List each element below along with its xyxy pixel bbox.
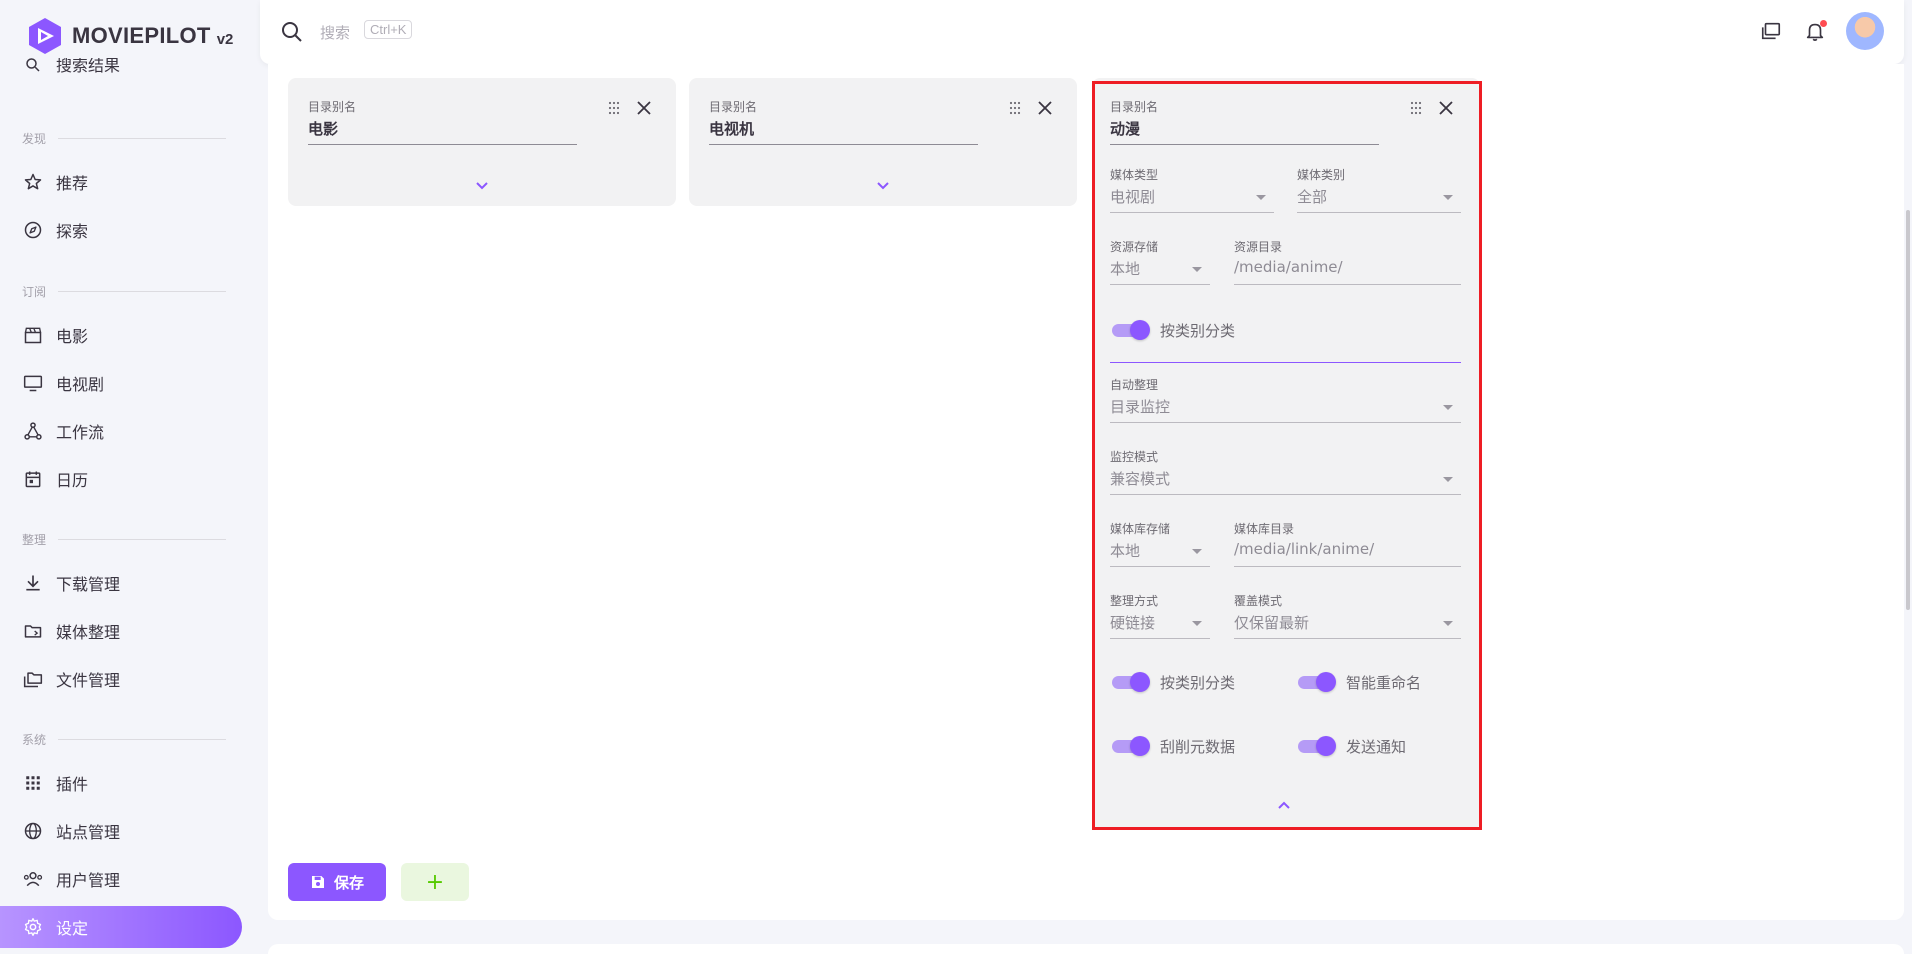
sidebar-item-file-manager[interactable]: 文件管理 xyxy=(0,658,242,700)
drag-handle-icon[interactable] xyxy=(1007,100,1023,116)
close-icon[interactable] xyxy=(634,98,654,118)
monitor-icon xyxy=(22,372,44,394)
download-icon xyxy=(22,572,44,594)
chevron-down-icon[interactable] xyxy=(873,178,893,192)
sidebar-item-plugins[interactable]: 插件 xyxy=(0,762,242,804)
sidebar-item-media-organize[interactable]: 媒体整理 xyxy=(0,610,242,652)
gear-icon xyxy=(22,916,44,938)
sidebar-item-label: 推荐 xyxy=(56,174,89,193)
close-icon[interactable] xyxy=(1035,98,1055,118)
notification-dot xyxy=(1820,20,1827,27)
plus-icon: + xyxy=(425,869,445,895)
sidebar-item-label: 设定 xyxy=(56,919,89,938)
sidebar-item-search-results[interactable]: 搜索结果 xyxy=(0,58,242,84)
sidebar-item-label: 日历 xyxy=(56,471,89,490)
sidebar-item-label: 电视剧 xyxy=(56,375,105,394)
bell-icon[interactable] xyxy=(1802,18,1828,44)
alias-label: 目录别名 xyxy=(709,100,758,114)
sidebar-item-workflow[interactable]: 工作流 xyxy=(0,410,242,452)
save-button[interactable]: 保存 xyxy=(288,863,386,901)
sidebar-section-system: 系统 xyxy=(22,731,226,748)
sidebar-item-label: 媒体整理 xyxy=(56,623,121,642)
sidebar-item-label: 站点管理 xyxy=(56,823,121,842)
sidebar-item-label: 下载管理 xyxy=(56,575,121,594)
save-icon xyxy=(311,876,324,888)
page-scrollbar[interactable] xyxy=(1906,210,1910,610)
sidebar-item-sites[interactable]: 站点管理 xyxy=(0,810,242,852)
workflow-icon xyxy=(22,420,44,442)
users-icon xyxy=(22,868,44,890)
sidebar-item-label: 插件 xyxy=(56,775,89,794)
sidebar-item-label: 探索 xyxy=(56,222,89,241)
sidebar-item-label: 工作流 xyxy=(56,423,105,442)
alias-input[interactable]: 电影 xyxy=(308,118,338,139)
folder-move-icon xyxy=(22,620,44,642)
avatar[interactable] xyxy=(1846,12,1884,50)
calendar-icon xyxy=(22,468,44,490)
grid-icon xyxy=(22,772,44,794)
save-button-label: 保存 xyxy=(333,873,364,892)
directory-card-movies: 目录别名 电影 xyxy=(288,78,676,206)
top-bar: 搜索 Ctrl+K xyxy=(260,0,1904,64)
windows-icon[interactable] xyxy=(1758,18,1784,44)
sidebar-section-subscribe: 订阅 xyxy=(22,283,226,300)
search-icon[interactable] xyxy=(280,20,304,48)
drag-handle-icon[interactable] xyxy=(606,100,622,116)
sidebar-item-label: 文件管理 xyxy=(56,671,121,690)
sidebar-item-label: 搜索结果 xyxy=(56,58,121,75)
alias-input[interactable]: 电视机 xyxy=(709,118,754,139)
sidebar-section-discover: 发现 xyxy=(22,130,226,147)
compass-icon xyxy=(22,219,44,241)
star-icon xyxy=(22,171,44,193)
sidebar: MOVIEPILOT v2 搜索结果 发现 推荐 探索 订阅 电影 电视剧 工作… xyxy=(0,0,244,954)
top-actions xyxy=(1758,12,1884,50)
add-directory-button[interactable]: + xyxy=(401,863,469,901)
sidebar-item-settings[interactable]: 设定 xyxy=(0,906,242,948)
sidebar-item-tv[interactable]: 电视剧 xyxy=(0,362,242,404)
sidebar-item-label: 电影 xyxy=(56,327,89,346)
brand[interactable]: MOVIEPILOT v2 xyxy=(26,16,233,56)
selection-highlight xyxy=(1092,81,1482,830)
alias-underline xyxy=(308,144,577,145)
sidebar-item-label: 用户管理 xyxy=(56,871,121,890)
app-version: v2 xyxy=(216,30,234,48)
sidebar-item-recommend[interactable]: 推荐 xyxy=(0,161,242,203)
chevron-down-icon[interactable] xyxy=(472,178,492,192)
clapperboard-icon xyxy=(22,324,44,346)
sidebar-item-movies[interactable]: 电影 xyxy=(0,314,242,356)
sidebar-item-downloads[interactable]: 下载管理 xyxy=(0,562,242,604)
sidebar-section-organize: 整理 xyxy=(22,531,226,548)
sidebar-item-explore[interactable]: 探索 xyxy=(0,209,242,251)
search-trigger[interactable]: 搜索 xyxy=(320,22,350,43)
next-panel-edge xyxy=(268,944,1904,954)
sidebar-item-calendar[interactable]: 日历 xyxy=(0,458,242,500)
sidebar-item-users[interactable]: 用户管理 xyxy=(0,858,242,900)
globe-icon xyxy=(22,820,44,842)
folders-icon xyxy=(22,668,44,690)
moviepilot-logo-icon xyxy=(29,18,61,54)
directory-card-tv: 目录别名 电视机 xyxy=(689,78,1077,206)
alias-label: 目录别名 xyxy=(308,100,357,114)
app-name: MOVIEPILOT xyxy=(72,23,211,48)
search-shortcut-badge: Ctrl+K xyxy=(364,20,413,39)
search-icon xyxy=(22,58,44,76)
alias-underline xyxy=(709,144,978,145)
